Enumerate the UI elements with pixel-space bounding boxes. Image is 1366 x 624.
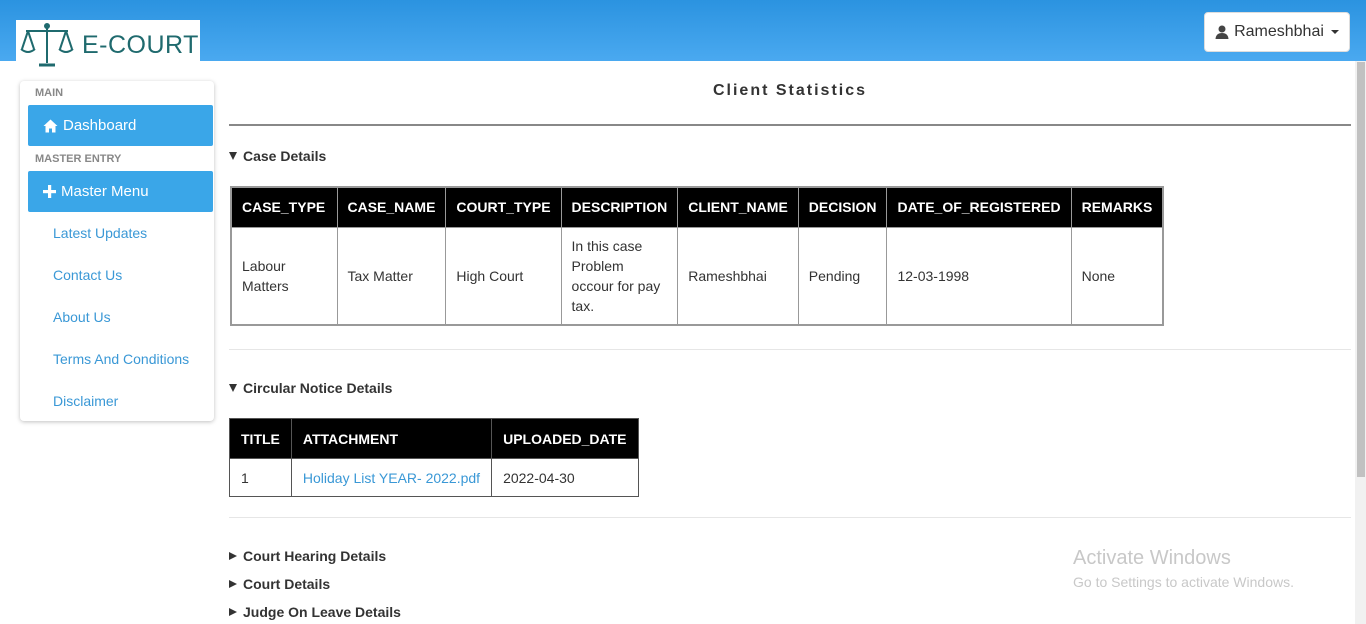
column-header: REMARKS bbox=[1070, 186, 1164, 228]
home-icon bbox=[43, 119, 58, 132]
table-cell: High Court bbox=[445, 226, 562, 326]
sidebar-link-about-us[interactable]: About Us bbox=[53, 309, 111, 325]
triangle-down-icon bbox=[229, 152, 237, 160]
table-row: 1 Holiday List YEAR- 2022.pdf 2022-04-30 bbox=[229, 458, 639, 497]
sidebar-link-disclaimer[interactable]: Disclaimer bbox=[53, 393, 118, 409]
user-menu-button[interactable]: Rameshbhai bbox=[1204, 12, 1350, 52]
top-navbar bbox=[0, 0, 1366, 61]
sidebar-heading-main: MAIN bbox=[35, 87, 64, 99]
scales-of-justice-icon bbox=[20, 23, 74, 67]
table-row: Labour Matters Tax Matter High Court In … bbox=[230, 226, 1164, 326]
page-title: Client Statistics bbox=[712, 82, 868, 99]
column-header: CASE_TYPE bbox=[230, 186, 338, 228]
sidebar-item-label: Master Menu bbox=[61, 183, 149, 200]
column-header: DATE_OF_REGISTERED bbox=[886, 186, 1072, 228]
section-title: Court Hearing Details bbox=[243, 548, 387, 564]
table-cell: In this case Problem occour for pay tax. bbox=[560, 226, 679, 326]
case-details-toggle[interactable]: Case Details bbox=[229, 148, 326, 164]
chevron-down-icon bbox=[1330, 30, 1339, 34]
column-header: COURT_TYPE bbox=[445, 186, 562, 228]
column-header: DESCRIPTION bbox=[560, 186, 679, 228]
triangle-down-icon bbox=[229, 384, 237, 392]
case-details-table: CASE_TYPE CASE_NAME COURT_TYPE DESCRIPTI… bbox=[230, 186, 1165, 326]
court-details-toggle[interactable]: Court Details bbox=[229, 576, 330, 592]
plus-icon bbox=[43, 185, 56, 198]
sidebar-item-dashboard[interactable]: Dashboard bbox=[28, 105, 213, 146]
windows-activation-watermark: Activate Windows Go to Settings to activ… bbox=[1073, 547, 1294, 590]
section-title: Court Details bbox=[243, 576, 331, 592]
triangle-right-icon bbox=[229, 608, 237, 616]
user-name: Rameshbhai bbox=[1234, 23, 1324, 40]
section-title: Circular Notice Details bbox=[243, 380, 393, 396]
section-divider bbox=[229, 349, 1351, 350]
watermark-title: Activate Windows bbox=[1073, 547, 1231, 569]
table-cell: None bbox=[1070, 226, 1164, 326]
brand-name: E-COURT bbox=[82, 30, 199, 59]
user-icon bbox=[1215, 25, 1229, 39]
table-cell: Labour Matters bbox=[230, 226, 338, 326]
table-cell: Pending bbox=[797, 226, 888, 326]
sidebar: MAIN Dashboard MASTER ENTRY Master Menu … bbox=[20, 81, 214, 421]
column-header: CLIENT_NAME bbox=[677, 186, 799, 228]
judge-on-leave-toggle[interactable]: Judge On Leave Details bbox=[229, 604, 401, 620]
table-cell: 12-03-1998 bbox=[886, 226, 1072, 326]
table-header-row: TITLE ATTACHMENT UPLOADED_DATE bbox=[229, 418, 639, 459]
sidebar-link-terms[interactable]: Terms And Conditions bbox=[53, 351, 189, 367]
brand-logo[interactable]: E-COURT bbox=[16, 20, 200, 70]
attachment-link[interactable]: Holiday List YEAR- 2022.pdf bbox=[303, 470, 480, 486]
circular-notice-table: TITLE ATTACHMENT UPLOADED_DATE 1 Holiday… bbox=[229, 418, 639, 497]
table-cell: 1 bbox=[229, 458, 292, 497]
sidebar-item-label: Dashboard bbox=[63, 117, 137, 134]
section-title: Judge On Leave Details bbox=[243, 604, 401, 620]
sidebar-link-contact-us[interactable]: Contact Us bbox=[53, 267, 122, 283]
column-header: CASE_NAME bbox=[336, 186, 447, 228]
scrollbar-thumb[interactable] bbox=[1357, 62, 1365, 477]
sidebar-heading-master-entry: MASTER ENTRY bbox=[35, 153, 122, 165]
court-hearing-toggle[interactable]: Court Hearing Details bbox=[229, 548, 386, 564]
title-divider bbox=[229, 124, 1351, 126]
column-header: UPLOADED_DATE bbox=[491, 418, 639, 459]
table-cell: Tax Matter bbox=[336, 226, 447, 326]
watermark-subtitle: Go to Settings to activate Windows. bbox=[1073, 574, 1294, 590]
sidebar-item-master-menu[interactable]: Master Menu bbox=[28, 171, 213, 212]
column-header: ATTACHMENT bbox=[290, 418, 493, 459]
table-cell: 2022-04-30 bbox=[491, 458, 639, 497]
table-header-row: CASE_TYPE CASE_NAME COURT_TYPE DESCRIPTI… bbox=[230, 186, 1164, 228]
table-cell: Holiday List YEAR- 2022.pdf bbox=[290, 458, 493, 497]
column-header: TITLE bbox=[229, 418, 292, 459]
section-divider bbox=[229, 517, 1351, 518]
circular-notice-toggle[interactable]: Circular Notice Details bbox=[229, 380, 392, 396]
triangle-right-icon bbox=[229, 580, 237, 588]
column-header: DECISION bbox=[797, 186, 888, 228]
sidebar-link-latest-updates[interactable]: Latest Updates bbox=[53, 225, 147, 241]
triangle-right-icon bbox=[229, 552, 237, 560]
table-cell: Rameshbhai bbox=[677, 226, 799, 326]
section-title: Case Details bbox=[243, 148, 327, 164]
